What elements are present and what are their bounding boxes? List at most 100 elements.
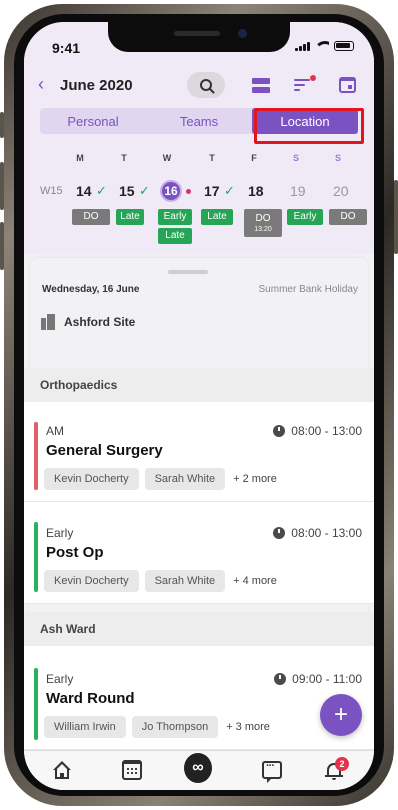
more-people[interactable]: + 4 more	[233, 575, 277, 587]
drag-handle[interactable]	[168, 270, 208, 274]
shift-chip[interactable]: Late	[116, 209, 144, 225]
shift-type: Early	[46, 672, 74, 686]
shift-time-text: 08:00 - 13:00	[291, 526, 362, 540]
status-icons	[295, 41, 354, 51]
bell-icon: 2	[325, 757, 349, 780]
tab-bar: ∞ 2	[24, 750, 374, 790]
assigned-people: Kevin Docherty Sarah White + 4 more	[44, 570, 277, 592]
filter-active-dot	[310, 75, 316, 81]
infinity-icon: ∞	[184, 753, 212, 783]
assigned-people: Kevin Docherty Sarah White + 2 more	[44, 468, 277, 490]
site-name: Ashford Site	[64, 315, 136, 329]
calendar-grid-icon	[122, 760, 142, 780]
clock-icon	[273, 425, 286, 437]
day-number[interactable]: 18	[248, 183, 264, 199]
shift-chip[interactable]: DO	[329, 209, 367, 225]
day-number[interactable]: 20	[333, 183, 349, 199]
month-title[interactable]: June 2020	[60, 77, 133, 94]
volume-down-button	[0, 222, 4, 270]
shift-type: AM	[46, 424, 64, 438]
battery-icon	[334, 41, 354, 51]
clock-icon	[274, 673, 287, 685]
back-chevron-icon[interactable]: ‹	[38, 74, 44, 95]
week-number: W15	[40, 185, 63, 197]
day-number[interactable]: 17	[204, 183, 220, 199]
weekday-label: F	[251, 153, 257, 163]
status-time: 9:41	[52, 40, 81, 56]
day-number[interactable]: 14	[76, 183, 92, 199]
weekday-label: M	[76, 153, 84, 163]
weekday-label: W	[162, 153, 172, 163]
person-tag[interactable]: William Irwin	[44, 716, 126, 738]
header: ‹ June 2020	[24, 68, 374, 102]
day-number-today[interactable]: 16	[160, 180, 182, 202]
person-tag[interactable]: Kevin Docherty	[44, 468, 139, 490]
week-strip: M T W T F S S W15 14 ✓ 15 ✓ 16 17 ✓ 18 1…	[24, 142, 374, 254]
tab-calendar[interactable]	[118, 757, 146, 783]
weekday-label: S	[292, 153, 299, 163]
shift-chip[interactable]: Late	[201, 209, 233, 225]
shift-title: Post Op	[46, 544, 104, 561]
shift-type: Early	[46, 526, 74, 540]
search-button[interactable]	[187, 72, 225, 98]
notification-badge: 2	[335, 757, 349, 771]
section-header: Orthopaedics	[24, 368, 374, 402]
shift-chip[interactable]: Early	[287, 209, 323, 225]
person-tag[interactable]: Sarah White	[144, 570, 226, 592]
person-tag[interactable]: Sarah White	[144, 468, 226, 490]
check-icon: ✓	[139, 183, 150, 198]
day-number[interactable]: 15	[119, 183, 135, 199]
filter-icon[interactable]	[294, 72, 316, 98]
shift-card[interactable]: Early Ward Round 09:00 - 11:00 William I…	[24, 646, 374, 750]
tab-personal[interactable]: Personal	[40, 108, 146, 134]
person-tag[interactable]: Jo Thompson	[131, 716, 219, 738]
shift-chip-time: 13:20	[254, 225, 272, 233]
shift-time-text: 08:00 - 13:00	[291, 424, 362, 438]
signal-icon	[295, 41, 310, 51]
calendar-button[interactable]	[336, 72, 358, 98]
person-tag[interactable]: Kevin Docherty	[44, 570, 139, 592]
add-shift-button[interactable]: +	[320, 694, 362, 736]
check-icon: ✓	[224, 183, 235, 198]
weekday-label: T	[121, 153, 127, 163]
shift-chip[interactable]: DO 13:20	[244, 209, 282, 237]
shift-card[interactable]: AM General Surgery 08:00 - 13:00 Kevin D…	[24, 402, 374, 502]
app-screen: 9:41 ‹ June 2020 Personal Teams Location	[24, 22, 374, 790]
shift-chip[interactable]: Early	[158, 209, 192, 225]
shift-color-bar	[34, 422, 38, 490]
shift-chip[interactable]: DO	[72, 209, 110, 225]
tab-teams[interactable]: Teams	[146, 108, 252, 134]
day-number[interactable]: 19	[290, 183, 306, 199]
shift-title: Ward Round	[46, 690, 135, 707]
home-icon	[52, 761, 72, 779]
tab-center[interactable]: ∞	[184, 753, 212, 783]
chat-icon	[262, 760, 282, 783]
speaker	[174, 31, 220, 36]
weekday-label: S	[334, 153, 341, 163]
tab-notifications[interactable]: 2	[320, 757, 349, 783]
power-button	[394, 180, 398, 254]
shift-time: 08:00 - 13:00	[273, 526, 362, 540]
assigned-people: William Irwin Jo Thompson + 3 more	[44, 716, 270, 738]
shift-chip-label: DO	[255, 212, 271, 224]
highlight-box	[254, 108, 364, 144]
more-people[interactable]: + 2 more	[233, 473, 277, 485]
shift-time: 09:00 - 11:00	[274, 672, 362, 686]
site-row[interactable]: Ashford Site	[40, 314, 135, 330]
list-view-icon[interactable]	[250, 72, 272, 98]
more-people[interactable]: + 3 more	[226, 721, 270, 733]
shift-title: General Surgery	[46, 442, 163, 459]
tab-messages[interactable]	[258, 757, 286, 783]
notch	[108, 22, 290, 52]
clock-icon	[273, 527, 286, 539]
side-button	[0, 112, 4, 138]
tab-home[interactable]	[48, 757, 76, 783]
shift-chip[interactable]: Late	[158, 228, 192, 244]
calendar-icon	[338, 77, 356, 93]
camera	[238, 29, 247, 38]
volume-up-button	[0, 162, 4, 210]
shift-card[interactable]: Early Post Op 08:00 - 13:00 Kevin Docher…	[24, 502, 374, 604]
holiday-label: Summer Bank Holiday	[258, 284, 358, 295]
event-dot	[186, 189, 191, 194]
wifi-icon	[315, 41, 329, 51]
